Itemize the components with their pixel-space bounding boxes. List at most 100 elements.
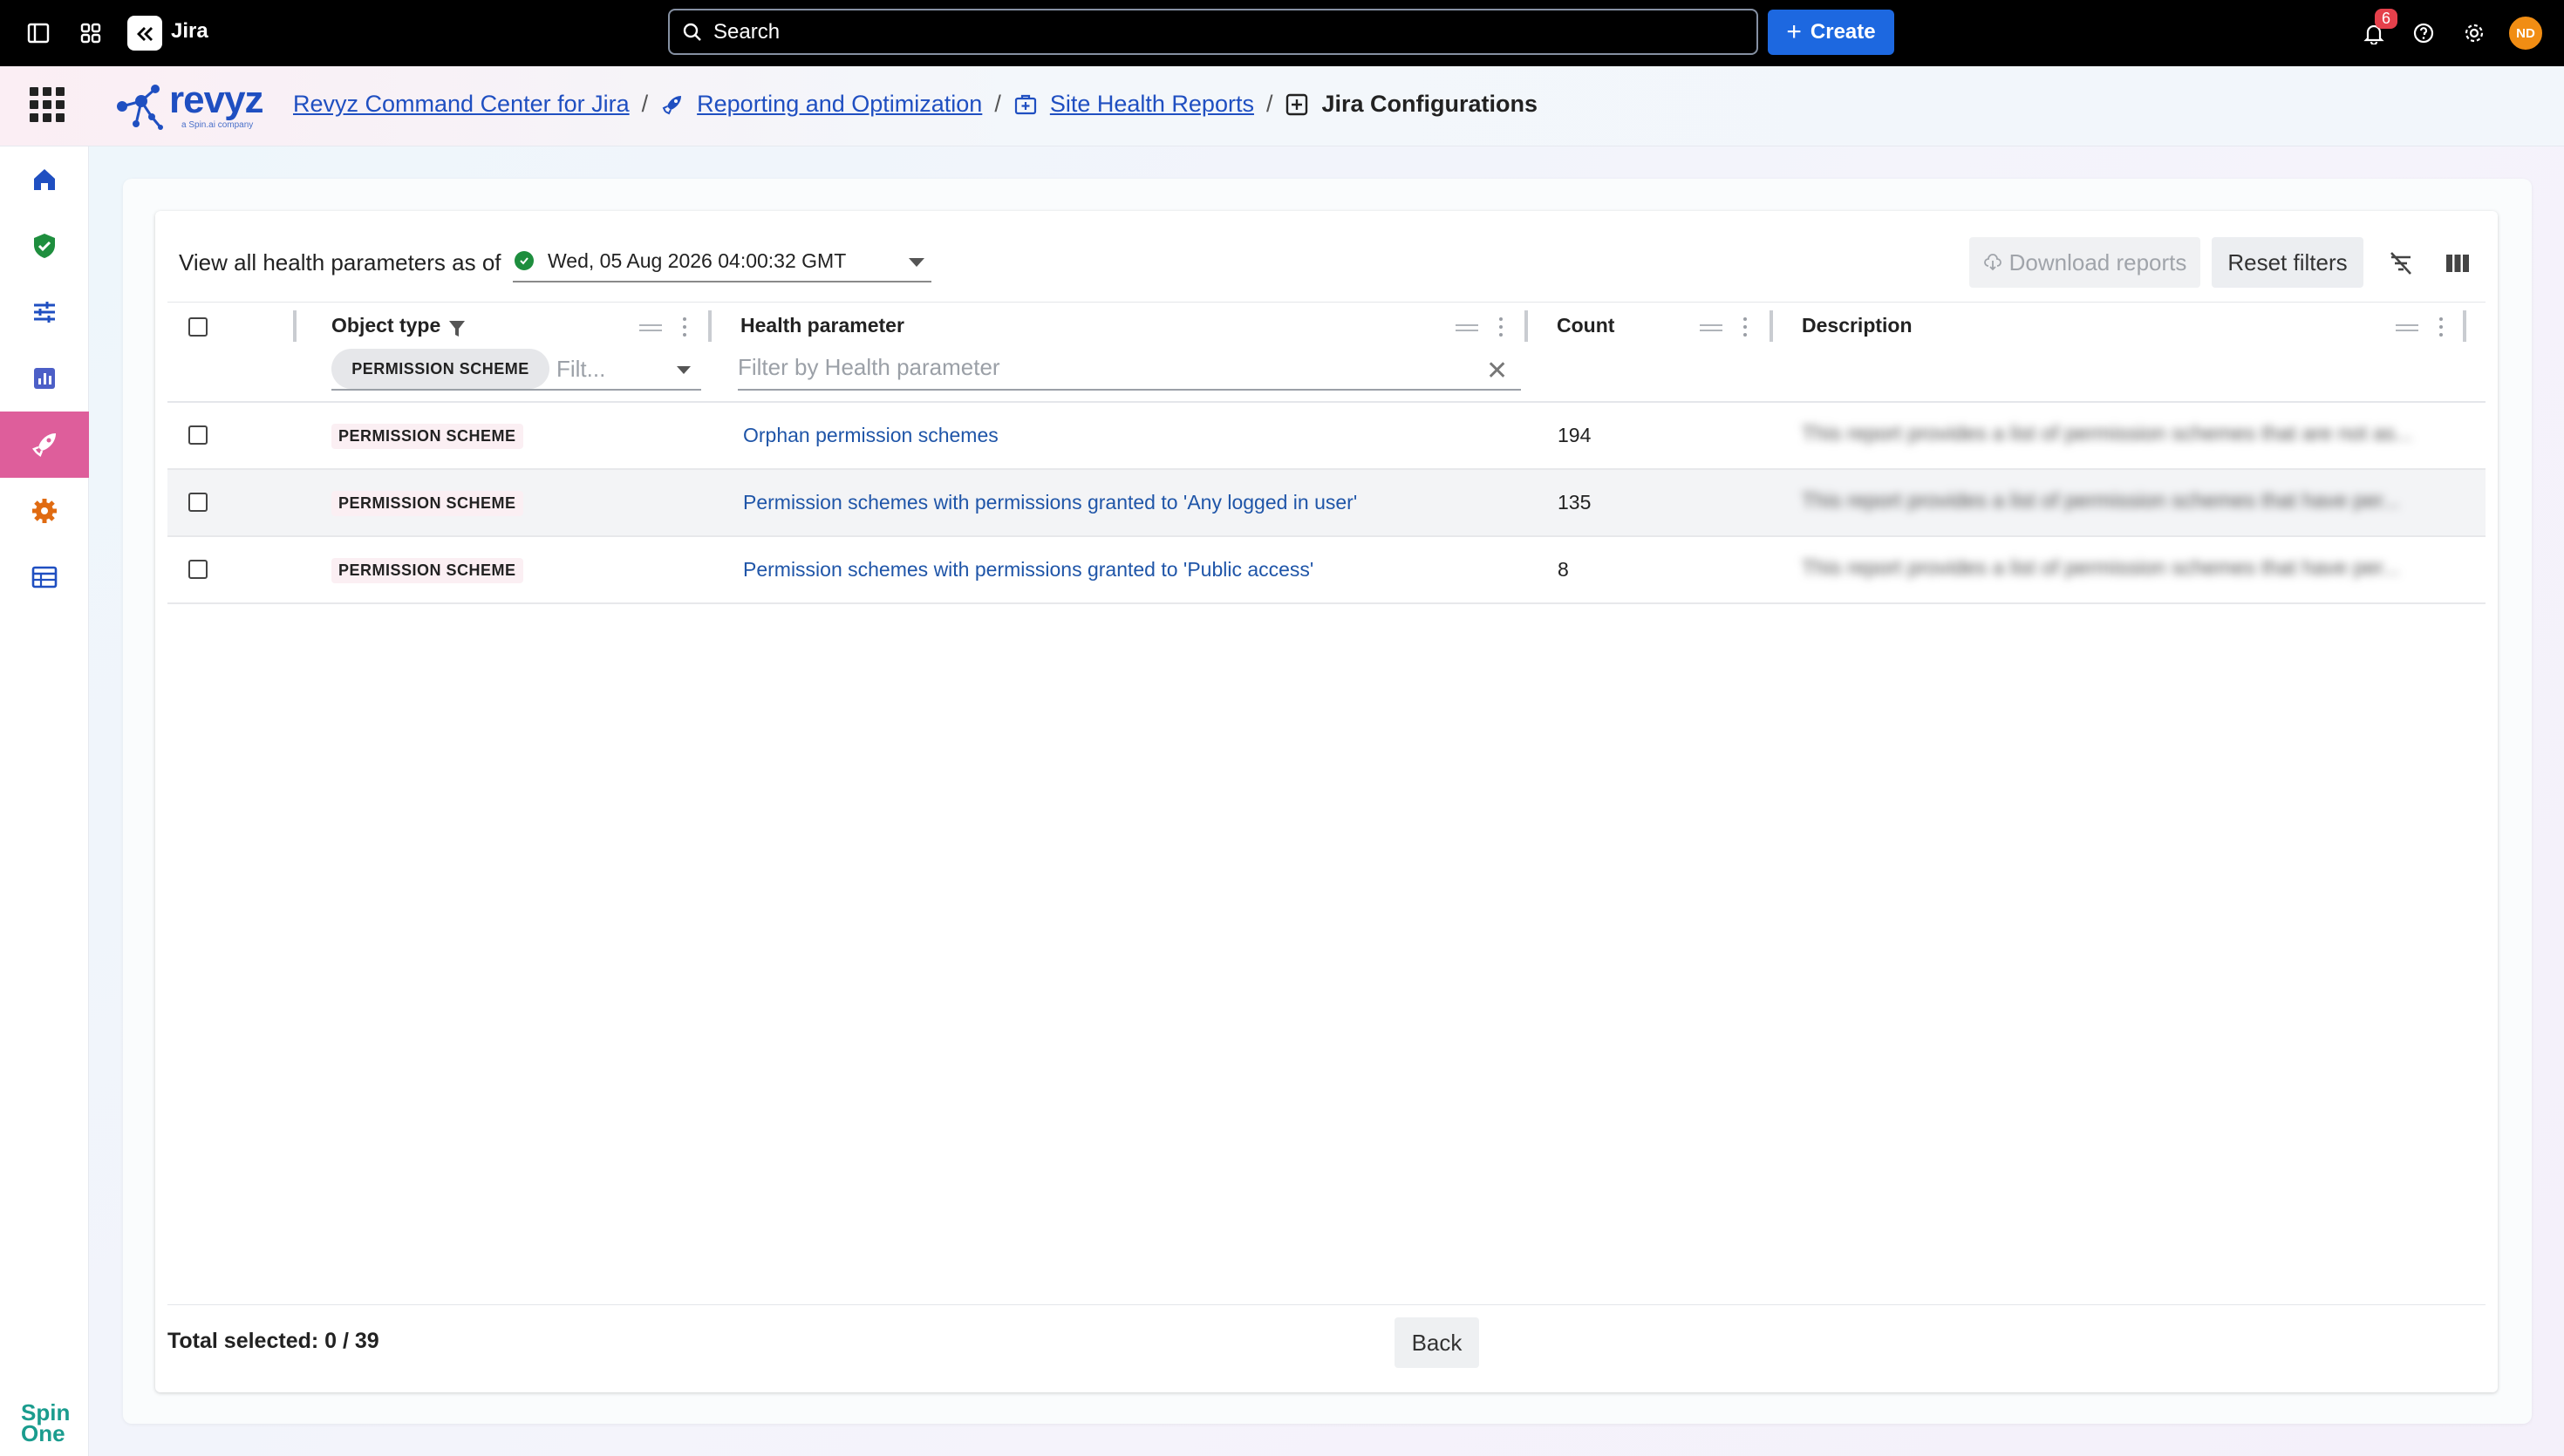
table-row[interactable]: PERMISSION SCHEME Orphan permission sche… — [167, 403, 2486, 470]
cloud-download-icon — [1983, 254, 2001, 271]
user-avatar[interactable]: ND — [2507, 15, 2544, 51]
app-header: revyz a Spin.ai company Revyz Command Ce… — [0, 66, 2564, 146]
sidebar-item-controls[interactable] — [0, 279, 89, 345]
jira-product-name[interactable]: Jira — [171, 19, 208, 44]
back-button[interactable]: Back — [1395, 1317, 1479, 1368]
health-parameter-link[interactable]: Permission schemes with permissions gran… — [743, 558, 1313, 582]
health-parameter-filter-input[interactable]: Filter by Health parameter — [738, 354, 1000, 381]
column-drag-icon[interactable] — [1456, 324, 1478, 331]
column-header-count[interactable]: Count — [1557, 314, 1614, 337]
rocket-icon — [660, 92, 685, 117]
search-icon — [683, 23, 701, 41]
clear-filter-icon[interactable]: ✕ — [1486, 356, 1508, 386]
rocket-icon — [32, 433, 56, 457]
revyz-wordmark: revyz — [169, 78, 264, 121]
health-report-icon — [1013, 92, 1038, 117]
report-date-select[interactable]: Wed, 05 Aug 2026 04:00:32 GMT — [513, 241, 931, 282]
settings-gear-icon[interactable] — [2457, 16, 2492, 51]
column-resize-handle[interactable] — [1770, 310, 1773, 342]
left-sidebar: Spin One — [0, 146, 89, 1456]
report-icon — [34, 368, 55, 389]
reset-filters-button[interactable]: Reset filters — [2212, 237, 2363, 288]
column-drag-icon[interactable] — [2396, 324, 2418, 331]
object-type-chip: PERMISSION SCHEME — [331, 491, 523, 516]
help-icon[interactable] — [2406, 16, 2441, 51]
home-icon — [34, 169, 55, 190]
filter-active-icon[interactable] — [448, 319, 466, 338]
column-resize-handle[interactable] — [708, 310, 712, 342]
breadcrumb-site-health[interactable]: Site Health Reports — [1050, 91, 1254, 118]
breadcrumb-reporting[interactable]: Reporting and Optimization — [697, 91, 982, 118]
sidebar-item-tables[interactable] — [0, 544, 89, 610]
object-type-filter-input[interactable]: Filt... — [556, 356, 605, 383]
clear-filters-icon[interactable] — [2383, 246, 2418, 281]
column-menu-icon[interactable] — [1743, 317, 1747, 337]
sliders-icon — [34, 302, 55, 323]
search-input[interactable]: Search — [668, 9, 1758, 55]
add-box-icon — [1285, 92, 1309, 117]
count-value: 8 — [1558, 558, 1569, 581]
shield-icon — [34, 234, 55, 258]
column-drag-icon[interactable] — [1700, 324, 1722, 331]
revyz-logo[interactable]: revyz a Spin.ai company — [112, 78, 264, 134]
chevron-down-icon — [909, 258, 924, 267]
create-button[interactable]: + Create — [1768, 10, 1894, 55]
column-resize-handle[interactable] — [1524, 310, 1528, 342]
column-header-object-type[interactable]: Object type — [331, 314, 440, 337]
create-button-label: Create — [1810, 20, 1876, 44]
success-check-icon — [515, 251, 534, 270]
table-row[interactable]: PERMISSION SCHEME Permission schemes wit… — [167, 470, 2486, 537]
health-parameter-link[interactable]: Permission schemes with permissions gran… — [743, 491, 1357, 514]
gear-icon — [32, 499, 57, 523]
row-checkbox[interactable] — [188, 560, 208, 579]
object-type-filter-chip[interactable]: PERMISSION SCHEME — [331, 349, 549, 389]
as-of-label: View all health parameters as of — [179, 249, 501, 276]
row-checkbox[interactable] — [188, 493, 208, 512]
search-placeholder: Search — [713, 19, 781, 44]
sidebar-item-optimization[interactable] — [0, 412, 89, 478]
breadcrumb-separator: / — [641, 91, 649, 117]
breadcrumb: Revyz Command Center for Jira / Reportin… — [293, 91, 1538, 118]
select-all-checkbox[interactable] — [188, 317, 208, 337]
sidebar-item-settings[interactable] — [0, 478, 89, 544]
health-parameter-link[interactable]: Orphan permission schemes — [743, 424, 999, 447]
column-header-health-parameter[interactable]: Health parameter — [740, 314, 904, 337]
notification-count-badge: 6 — [2375, 9, 2398, 29]
column-menu-icon[interactable] — [683, 317, 686, 337]
object-type-chip: PERMISSION SCHEME — [331, 424, 523, 449]
table-top-divider — [167, 302, 2486, 303]
table-icon — [31, 566, 58, 589]
description-text: This report provides a list of permissio… — [1802, 489, 2400, 513]
description-text: This report provides a list of permissio… — [1802, 422, 2413, 446]
breadcrumb-current: Jira Configurations — [1321, 91, 1538, 117]
column-header-description[interactable]: Description — [1802, 314, 1913, 337]
jira-logo-icon[interactable] — [127, 16, 162, 51]
sidebar-item-reports[interactable] — [0, 345, 89, 412]
chevron-down-icon[interactable] — [677, 366, 691, 374]
columns-icon[interactable] — [2440, 246, 2475, 281]
app-switcher-icon[interactable] — [73, 16, 108, 51]
sidebar-toggle-icon[interactable] — [21, 16, 56, 51]
object-type-chip: PERMISSION SCHEME — [331, 558, 523, 583]
download-reports-button[interactable]: Download reports — [1969, 237, 2200, 288]
sidebar-item-security[interactable] — [0, 213, 89, 279]
health-parameter-filter-underline — [738, 389, 1521, 391]
column-resize-handle[interactable] — [2463, 310, 2466, 342]
object-type-filter-underline — [331, 389, 701, 391]
breadcrumb-command-center[interactable]: Revyz Command Center for Jira — [293, 91, 630, 118]
app-launcher-grid-icon[interactable] — [30, 87, 65, 122]
column-resize-handle[interactable] — [293, 310, 297, 342]
spinone-logo[interactable]: Spin One — [21, 1401, 73, 1445]
breadcrumb-separator: / — [994, 91, 1001, 117]
count-value: 194 — [1558, 424, 1592, 446]
count-value: 135 — [1558, 491, 1592, 514]
column-menu-icon[interactable] — [1499, 317, 1503, 337]
sidebar-item-home[interactable] — [0, 146, 89, 213]
table-row[interactable]: PERMISSION SCHEME Permission schemes wit… — [167, 537, 2486, 604]
revyz-molecule-icon — [117, 85, 163, 130]
plus-icon: + — [1786, 17, 1802, 46]
row-checkbox[interactable] — [188, 425, 208, 445]
column-drag-icon[interactable] — [639, 324, 662, 331]
description-text: This report provides a list of permissio… — [1802, 556, 2400, 580]
column-menu-icon[interactable] — [2439, 317, 2443, 337]
